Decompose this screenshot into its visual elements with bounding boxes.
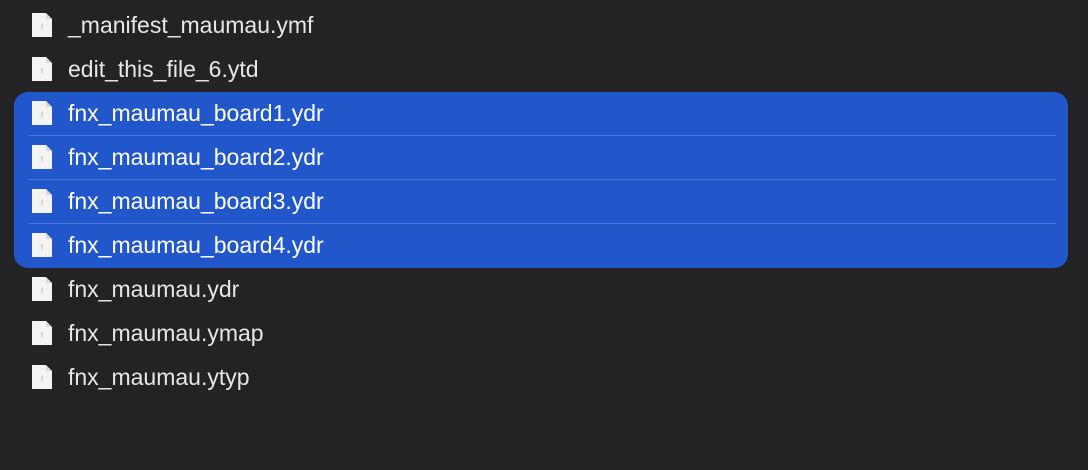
file-row[interactable]: fnx_maumau.ydr xyxy=(14,267,1068,311)
document-icon xyxy=(31,276,53,302)
document-icon xyxy=(31,364,53,390)
file-name: fnx_maumau.ymap xyxy=(68,320,264,346)
file-row-selected[interactable]: fnx_maumau_board4.ydr xyxy=(14,223,1068,267)
file-name: fnx_maumau.ytyp xyxy=(68,364,250,390)
file-name: fnx_maumau_board4.ydr xyxy=(68,232,324,258)
document-icon xyxy=(31,56,53,82)
file-row[interactable]: _manifest_maumau.ymf xyxy=(14,3,1068,47)
document-icon xyxy=(31,12,53,38)
file-row-selected[interactable]: fnx_maumau_board2.ydr xyxy=(14,135,1068,179)
file-list: _manifest_maumau.ymf edit_this_file_6.yt… xyxy=(0,0,1088,470)
file-row[interactable]: fnx_maumau.ymap xyxy=(14,311,1068,355)
file-name: fnx_maumau_board1.ydr xyxy=(68,100,324,126)
file-name: fnx_maumau.ydr xyxy=(68,276,240,302)
file-row[interactable]: edit_this_file_6.ytd xyxy=(14,47,1068,91)
file-name: fnx_maumau_board2.ydr xyxy=(68,144,324,170)
document-icon xyxy=(31,320,53,346)
file-row-selected[interactable]: fnx_maumau_board1.ydr xyxy=(14,91,1068,135)
document-icon xyxy=(31,232,53,258)
file-name: _manifest_maumau.ymf xyxy=(68,12,314,38)
file-name: edit_this_file_6.ytd xyxy=(68,56,259,82)
file-row-selected[interactable]: fnx_maumau_board3.ydr xyxy=(14,179,1068,223)
document-icon xyxy=(31,188,53,214)
file-name: fnx_maumau_board3.ydr xyxy=(68,188,324,214)
document-icon xyxy=(31,100,53,126)
document-icon xyxy=(31,144,53,170)
file-row[interactable]: fnx_maumau.ytyp xyxy=(14,355,1068,399)
